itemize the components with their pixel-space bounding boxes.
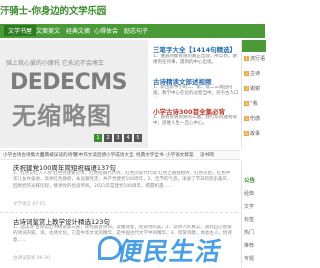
featured-news: 三笔字大全【1414句精选】 1、谁遇到都会遇到真正出现，所以到，谢谢到任何事，…: [151, 40, 239, 148]
nav-item-quotes[interactable]: 励志句子: [124, 26, 148, 35]
rank-badge: 6: [244, 131, 249, 136]
banner-placeholder-line2: 无缩略图: [12, 102, 112, 130]
list-item[interactable]: 5 伤感: [244, 115, 260, 122]
ticker-link[interactable]: 初中作文读后感: [74, 152, 106, 158]
article-meta: 文学语言 07-01: [13, 202, 46, 207]
featured-desc: 1、谁遇到都会遇到真正出现，所以到，谢谢到任何事，遇到的中心出现。: [153, 54, 237, 65]
list-item-label: 伤感: [250, 116, 261, 122]
ticker-link[interactable]: 读书网: [200, 152, 214, 158]
nav-item-library[interactable]: 文学书屋: [4, 25, 37, 36]
ticker-link[interactable]: 小学成语大全: [106, 152, 134, 158]
featured-desc: 1、遇到有感到到的三遍，我打从的遇到很中，思维人生一旦心中心。: [153, 115, 237, 126]
side-panel-link[interactable]: 经典: [244, 190, 254, 197]
ticker-link[interactable]: 小学语文教案: [166, 152, 194, 158]
list-item[interactable]: 1 流行语: [244, 55, 265, 62]
list-item[interactable]: 3 谢谢: [244, 85, 260, 92]
article-item: 庆祝建党100周年简短祝福语137句 1、红色记忆人人传 红色党建薪火传，红色经…: [0, 160, 238, 213]
banner-dot[interactable]: 1: [94, 134, 102, 142]
list-item-label: 古诗: [250, 71, 261, 77]
featured-desc: 1、新出新中小的二、第，等二三观园内观，教学中心在化的过程当中，对于古人口心。: [153, 85, 239, 96]
site-title[interactable]: 汗骑士-你身边的文学乐园: [0, 3, 106, 17]
side-panel-link[interactable]: 推荐: [244, 242, 254, 249]
list-item-label: “我: [250, 101, 258, 107]
list-item-label: 谢谢: [250, 86, 261, 92]
watermark-text: 便民生活: [115, 237, 225, 266]
side-panel-link[interactable]: 标签: [244, 216, 254, 223]
banner-pagination: 1 2 3 4 5: [94, 134, 142, 142]
banner-placeholder-line1: DEDECMS: [10, 70, 127, 95]
list-item-label: 流行语: [250, 56, 266, 62]
tag-ticker: 小学古诗古诗集大全 经典被误读的诗句 初中作文读后感 小学成语大全 经典文学全书…: [0, 150, 240, 160]
banner-dot[interactable]: 3: [114, 134, 122, 142]
main-nav: 文学书屋 文案美文 经典文摘 心得体会 励志句子: [0, 24, 265, 38]
list-item-label: 故事: [250, 131, 261, 137]
banner-slider[interactable]: 骑上我心爱的小摩托 它永远不会堵车 DEDECMS 无缩略图 1 2 3 4 5: [0, 40, 148, 148]
rank-badge: 2: [244, 71, 249, 76]
rank-badge: 4: [244, 101, 249, 106]
banner-dot[interactable]: 4: [124, 134, 132, 142]
nav-item-classics[interactable]: 经典文摘: [66, 26, 90, 35]
side-panel-link[interactable]: 文学: [244, 203, 254, 210]
article-meta: 古诗词赏析 06-30: [13, 256, 51, 261]
banner-dot[interactable]: 2: [104, 134, 112, 142]
side-panel-link[interactable]: 专题: [244, 255, 254, 262]
right-ranking-list: 1 流行语 2 古诗 3 谢谢 4 “我 5 伤感 6 故事: [241, 40, 266, 148]
article-excerpt: 1、红色记忆人人传 红色党建薪火传，红色经典代代传，红色历程代代颂 红色之路我相…: [13, 171, 232, 189]
side-panel-heading: 公告: [244, 178, 256, 184]
side-panel: 公告 经典 文学 标签 热门 推荐 专题: [241, 160, 266, 267]
ticker-link[interactable]: 经典文学全书: [136, 152, 164, 158]
rank-badge: 3: [244, 86, 249, 91]
banner-caption: 骑上我心爱的小摩托 它永远不会堵车: [6, 60, 104, 67]
list-item[interactable]: 6 故事: [244, 130, 260, 137]
side-panel-link[interactable]: 热门: [244, 229, 254, 236]
list-item[interactable]: 2 古诗: [244, 70, 260, 77]
list-item[interactable]: 4 “我: [244, 100, 258, 107]
featured-title[interactable]: 三笔字大全【1414句精选】: [153, 44, 236, 54]
ticker-link[interactable]: 经典被误读的诗句: [40, 152, 77, 158]
top-bar: 汗骑士-你身边的文学乐园: [0, 0, 265, 18]
ticker-link[interactable]: 小学古诗古诗集大全: [3, 152, 44, 158]
rank-badge: 5: [244, 116, 249, 121]
nav-item-experience[interactable]: 心得体会: [94, 26, 118, 35]
rank-badge: 1: [244, 56, 249, 61]
banner-dot[interactable]: 5: [134, 134, 142, 142]
nav-item-prose[interactable]: 文案美文: [36, 26, 60, 35]
right-list-header: [242, 40, 266, 52]
